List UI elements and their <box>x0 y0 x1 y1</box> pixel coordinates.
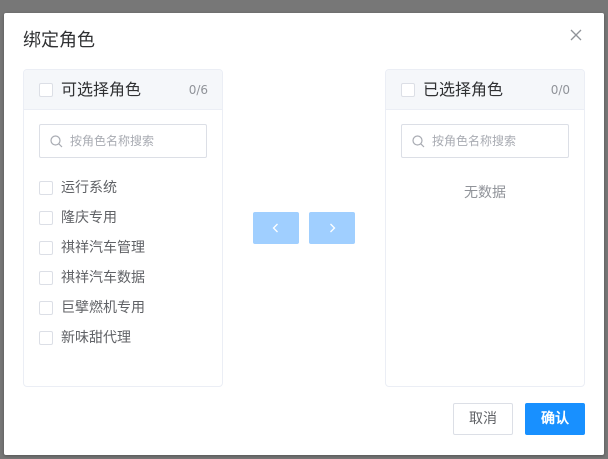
source-panel-title: 可选择角色 <box>61 80 142 99</box>
target-panel: 已选择角色 0/0 无数据 <box>385 69 585 387</box>
search-icon <box>50 135 63 148</box>
source-select-all-checkbox[interactable] <box>39 83 53 97</box>
source-search-input[interactable] <box>70 125 202 157</box>
list-item[interactable]: 新味甜代理 <box>24 323 222 353</box>
list-item-checkbox[interactable] <box>39 301 53 315</box>
list-item-label: 新味甜代理 <box>61 330 131 346</box>
move-to-target-button[interactable] <box>309 212 355 244</box>
dialog-title: 绑定角色 <box>23 30 95 51</box>
source-filter <box>39 124 207 158</box>
source-panel-count: 0/6 <box>188 83 208 97</box>
cancel-button[interactable]: 取消 <box>453 403 513 435</box>
list-item[interactable]: 祺祥汽车管理 <box>24 233 222 263</box>
confirm-button[interactable]: 确认 <box>525 403 585 435</box>
list-item-label: 巨擘燃机专用 <box>61 300 145 316</box>
list-item-label: 祺祥汽车数据 <box>61 270 145 286</box>
source-panel: 可选择角色 0/6 运行系统 隆庆专用 祺祥汽车管理 <box>23 69 223 387</box>
list-item-checkbox[interactable] <box>39 271 53 285</box>
target-search-input[interactable] <box>432 125 564 157</box>
list-item-checkbox[interactable] <box>39 331 53 345</box>
target-panel-title: 已选择角色 <box>423 80 504 99</box>
list-item-checkbox[interactable] <box>39 241 53 255</box>
list-item[interactable]: 隆庆专用 <box>24 203 222 233</box>
list-item[interactable]: 运行系统 <box>24 173 222 203</box>
list-item-label: 祺祥汽车管理 <box>61 240 145 256</box>
list-item-checkbox[interactable] <box>39 181 53 195</box>
target-panel-count: 0/0 <box>550 83 570 97</box>
chevron-left-icon <box>272 223 278 233</box>
bind-role-dialog: 绑定角色 可选择角色 0/6 运行系统 隆庆专用 <box>4 13 604 455</box>
move-to-source-button[interactable] <box>253 212 299 244</box>
source-panel-header: 可选择角色 0/6 <box>24 70 222 110</box>
source-list: 运行系统 隆庆专用 祺祥汽车管理 祺祥汽车数据 巨擘燃机专用 新味甜代理 <box>24 173 222 353</box>
list-item-label: 隆庆专用 <box>61 210 117 226</box>
list-item[interactable]: 巨擘燃机专用 <box>24 293 222 323</box>
list-item[interactable]: 祺祥汽车数据 <box>24 263 222 293</box>
target-filter <box>401 124 569 158</box>
list-item-checkbox[interactable] <box>39 211 53 225</box>
search-icon <box>412 135 425 148</box>
close-icon[interactable] <box>568 27 584 43</box>
empty-text: 无数据 <box>464 185 506 201</box>
list-item-label: 运行系统 <box>61 180 117 196</box>
target-panel-header: 已选择角色 0/0 <box>386 70 584 110</box>
chevron-right-icon <box>330 223 336 233</box>
target-select-all-checkbox[interactable] <box>401 83 415 97</box>
